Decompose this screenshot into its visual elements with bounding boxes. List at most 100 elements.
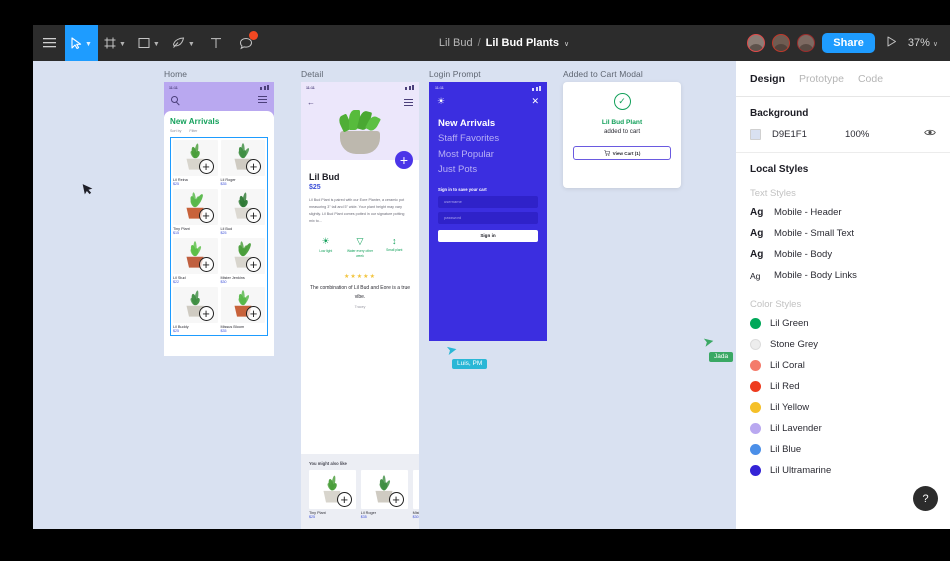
product-card[interactable]: + Missus Bloom $35 [220,287,265,333]
hamburger-menu-icon[interactable] [404,99,413,106]
add-to-cart-button[interactable]: + [198,208,214,223]
also-products[interactable]: + Tiny Plant $25 + Lil Roger $35 + M [309,470,419,519]
frame-tool[interactable]: ▼ [98,25,132,61]
color-style-row[interactable]: Lil Blue [750,439,936,460]
water-drop-icon: ▽ [356,236,364,247]
add-to-cart-button[interactable]: + [246,306,261,321]
filter-control[interactable]: Filter [189,129,197,133]
product-name: Mister Jenkins [412,510,419,515]
text-style-row[interactable]: Ag Mobile - Body [750,244,936,265]
frame-label-modal[interactable]: Added to Cart Modal [563,69,643,79]
frame-label-detail[interactable]: Detail [301,69,323,79]
color-style-row[interactable]: Lil Coral [750,355,936,376]
product-price: $25 [173,182,179,186]
breadcrumb-project[interactable]: Lil Bud [439,37,473,49]
add-to-cart-button[interactable]: + [246,257,261,272]
add-to-cart-button[interactable]: + [246,208,261,223]
color-style-row[interactable]: Lil Green [750,313,936,334]
home-product-grid[interactable]: + Lil Reina $25 + Lil Roger $35 + Tiny P… [170,137,268,336]
panel-tab-code[interactable]: Code [858,73,883,85]
sign-in-button[interactable]: Sign in [438,229,538,242]
zoom-control[interactable]: 37% ∨ [908,37,938,49]
color-style-row[interactable]: Lil Red [750,376,936,397]
eye-icon[interactable] [924,128,936,140]
collaborator-cursor-jada: ➤ Jada [702,333,734,363]
view-cart-button[interactable]: View Cart (1) [573,146,671,160]
text-styles-list[interactable]: Ag Mobile - Header Ag Mobile - Small Text… [750,202,936,286]
search-icon[interactable] [171,96,178,103]
password-input[interactable]: password [438,211,538,224]
text-style-row[interactable]: Ag Mobile - Small Text [750,223,936,244]
close-icon[interactable]: ✕ [531,97,539,106]
product-card[interactable]: + Lil Bud $25 [220,189,265,235]
move-tool[interactable]: ▼ [65,25,98,61]
add-to-cart-button[interactable]: + [198,159,214,174]
product-card[interactable]: + Mister Jenkins $30 [220,238,265,284]
background-color-swatch[interactable] [750,128,761,140]
pen-tool[interactable]: ▼ [166,25,201,61]
login-menu-item[interactable]: Staff Favorites [438,131,538,146]
color-style-row[interactable]: Lil Ultramarine [750,460,936,481]
notification-badge [248,31,258,40]
background-hex-value[interactable]: D9E1F1 [772,129,834,140]
sort-by-filter[interactable]: Sort by [170,129,181,133]
product-card[interactable]: + Lil Buddy $25 [173,287,218,333]
breadcrumb-file[interactable]: Lil Bud Plants [486,37,559,49]
present-button[interactable] [882,36,901,50]
login-menu-item[interactable]: Just Pots [438,162,538,177]
color-swatch [750,339,761,350]
rectangle-icon [138,38,150,48]
add-to-cart-button[interactable]: + [388,492,404,507]
add-to-cart-button[interactable]: + [198,306,214,321]
add-to-cart-button[interactable]: + [198,257,214,272]
product-name: Lil Roger [220,177,236,182]
share-button[interactable]: Share [822,33,875,53]
add-to-cart-button[interactable]: + [246,159,261,174]
login-menu-item[interactable]: New Arrivals [438,116,538,131]
text-style-row[interactable]: Ag Mobile - Body Links [750,265,936,286]
frame-label-home[interactable]: Home [164,69,187,79]
product-card[interactable]: + Lil Reina $25 [173,140,218,186]
color-styles-list[interactable]: Lil Green Stone Grey Lil Coral Lil Red L… [750,313,936,481]
username-input[interactable]: username [438,195,538,208]
main-menu-icon[interactable] [33,25,65,61]
frame-added-to-cart-modal[interactable]: ✓ Lil Bud Plant added to cart View Cart … [563,82,681,188]
background-opacity-value[interactable]: 100% [845,129,913,140]
frame-home[interactable]: 11:11 New Arrivals Sort by Filter + Lil … [164,82,274,356]
avatar[interactable] [797,34,816,52]
product-price: $35 [220,182,227,186]
text-tool[interactable] [201,25,231,61]
color-style-row[interactable]: Lil Lavender [750,418,936,439]
related-product[interactable]: + Mister Jenkins $30 [412,470,419,519]
design-canvas[interactable]: Home 11:11 New Arrivals Sort by Filter +… [33,61,736,529]
shape-tool[interactable]: ▼ [132,25,166,61]
chevron-down-icon[interactable]: ∨ [564,40,569,48]
panel-tabs[interactable]: Design Prototype Code [736,61,950,97]
product-card[interactable]: + Tiny Plant $15 [173,189,218,235]
text-style-row[interactable]: Ag Mobile - Header [750,202,936,223]
hamburger-menu-icon[interactable] [258,96,267,103]
feature-label: Water every other week [346,249,374,259]
panel-tab-prototype[interactable]: Prototype [799,73,844,85]
add-to-cart-button[interactable]: + [336,492,352,507]
related-product[interactable]: + Lil Roger $35 [360,470,408,519]
login-nav-menu[interactable]: New Arrivals Staff Favorites Most Popular J… [429,106,547,178]
product-card[interactable]: + Lil Stud $22 [173,238,218,284]
panel-tab-design[interactable]: Design [750,73,785,85]
add-to-cart-fab[interactable]: + [395,151,413,169]
frame-detail[interactable]: 11:11 ← + Lil Bud $25 Lil Bud Plant is p… [301,82,419,529]
login-menu-item[interactable]: Most Popular [438,147,538,162]
back-arrow-icon[interactable]: ← [307,98,315,107]
sun-logo-icon[interactable]: ☀ [437,97,446,106]
related-product[interactable]: + Tiny Plant $25 [309,470,356,519]
chevron-down-icon: ▼ [85,40,92,48]
frame-login-prompt[interactable]: 11:11 ☀ ✕ New Arrivals Staff Favorites Mos… [429,82,547,341]
color-style-row[interactable]: Lil Yellow [750,397,936,418]
product-card[interactable]: + Lil Roger $35 [220,140,265,186]
help-button[interactable]: ? [913,486,938,511]
avatar[interactable] [772,34,791,52]
color-style-row[interactable]: Stone Grey [750,334,936,355]
avatar[interactable] [747,34,766,52]
comment-tool[interactable] [231,25,261,61]
frame-label-login[interactable]: Login Prompt [429,69,481,79]
